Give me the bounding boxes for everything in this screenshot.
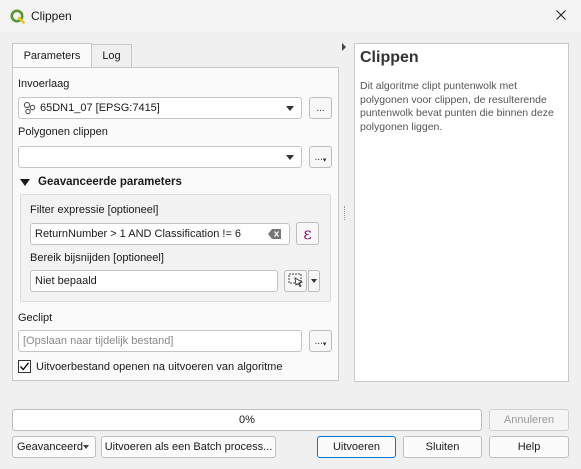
checkmark-icon	[19, 362, 30, 371]
input-layer-label: Invoerlaag	[18, 78, 70, 90]
progress-text: 0%	[239, 414, 255, 426]
close-dialog-button[interactable]: Sluiten	[403, 436, 482, 458]
cancel-button[interactable]: Annuleren	[489, 409, 569, 431]
collapse-arrow-icon[interactable]	[342, 43, 346, 51]
output-label: Geclipt	[18, 312, 53, 324]
clip-polygons-label: Polygonen clippen	[18, 126, 108, 138]
progress-bar: 0%	[12, 409, 482, 431]
window-title: Clippen	[31, 9, 72, 23]
advanced-toggle[interactable]: Geavanceerde parameters	[20, 176, 182, 188]
clip-polygons-browse-button[interactable]: ... ▾	[309, 146, 332, 168]
help-text: Dit algoritme clipt puntenwolk met polyg…	[360, 80, 554, 133]
run-button[interactable]: Uitvoeren	[317, 436, 396, 458]
extent-input[interactable]: Niet bepaald	[30, 270, 278, 292]
tab-parameters[interactable]: Parameters	[12, 43, 92, 68]
close-button[interactable]	[548, 4, 574, 28]
filter-expression-value: ReturnNumber > 1 AND Classification != 6	[35, 228, 242, 240]
input-layer-browse-button[interactable]: ...	[309, 97, 332, 119]
input-layer-value: 65DN1_07 [EPSG:7415]	[40, 102, 160, 114]
title-bar	[0, 0, 581, 32]
help-button[interactable]: Help	[489, 436, 569, 458]
tab-log[interactable]: Log	[91, 44, 132, 67]
output-browse-button[interactable]: ... ▾	[309, 330, 332, 352]
open-output-checkbox[interactable]	[18, 360, 31, 373]
splitter-handle[interactable]	[344, 206, 346, 220]
advanced-button[interactable]: Geavanceerd	[12, 436, 96, 458]
point-cloud-icon	[23, 101, 37, 115]
clip-polygons-combo[interactable]	[18, 146, 302, 168]
extent-label: Bereik bijsnijden [optioneel]	[30, 252, 164, 264]
extent-map-button[interactable]	[284, 270, 307, 292]
chevron-down-icon	[83, 445, 89, 449]
help-title: Clippen	[360, 49, 419, 66]
select-extent-icon	[288, 273, 304, 290]
open-output-checkbox-row[interactable]: Uitvoerbestand openen na uitvoeren van a…	[18, 360, 282, 373]
filter-expression-input[interactable]: ReturnNumber > 1 AND Classification != 6	[30, 223, 290, 245]
close-icon	[556, 9, 566, 23]
clear-icon[interactable]	[268, 229, 282, 242]
advanced-label: Geavanceerde parameters	[38, 176, 182, 188]
output-file-input[interactable]: [Opslaan naar tijdelijk bestand]	[18, 330, 302, 352]
extent-value: Niet bepaald	[35, 275, 97, 287]
extent-dropdown-button[interactable]	[308, 270, 320, 292]
filter-expression-label: Filter expressie [optioneel]	[30, 204, 159, 216]
chevron-down-icon	[286, 155, 294, 160]
chevron-down-icon	[286, 106, 294, 111]
collapse-triangle-icon	[20, 178, 30, 186]
input-layer-combo[interactable]: 65DN1_07 [EPSG:7415]	[18, 97, 302, 119]
expression-builder-button[interactable]: ε	[296, 222, 319, 245]
qgis-icon	[10, 9, 25, 24]
open-output-label: Uitvoerbestand openen na uitvoeren van a…	[36, 360, 283, 373]
chevron-down-icon	[311, 279, 317, 283]
output-placeholder: [Opslaan naar tijdelijk bestand]	[23, 335, 174, 347]
batch-process-button[interactable]: Uitvoeren als een Batch process...	[101, 436, 276, 458]
